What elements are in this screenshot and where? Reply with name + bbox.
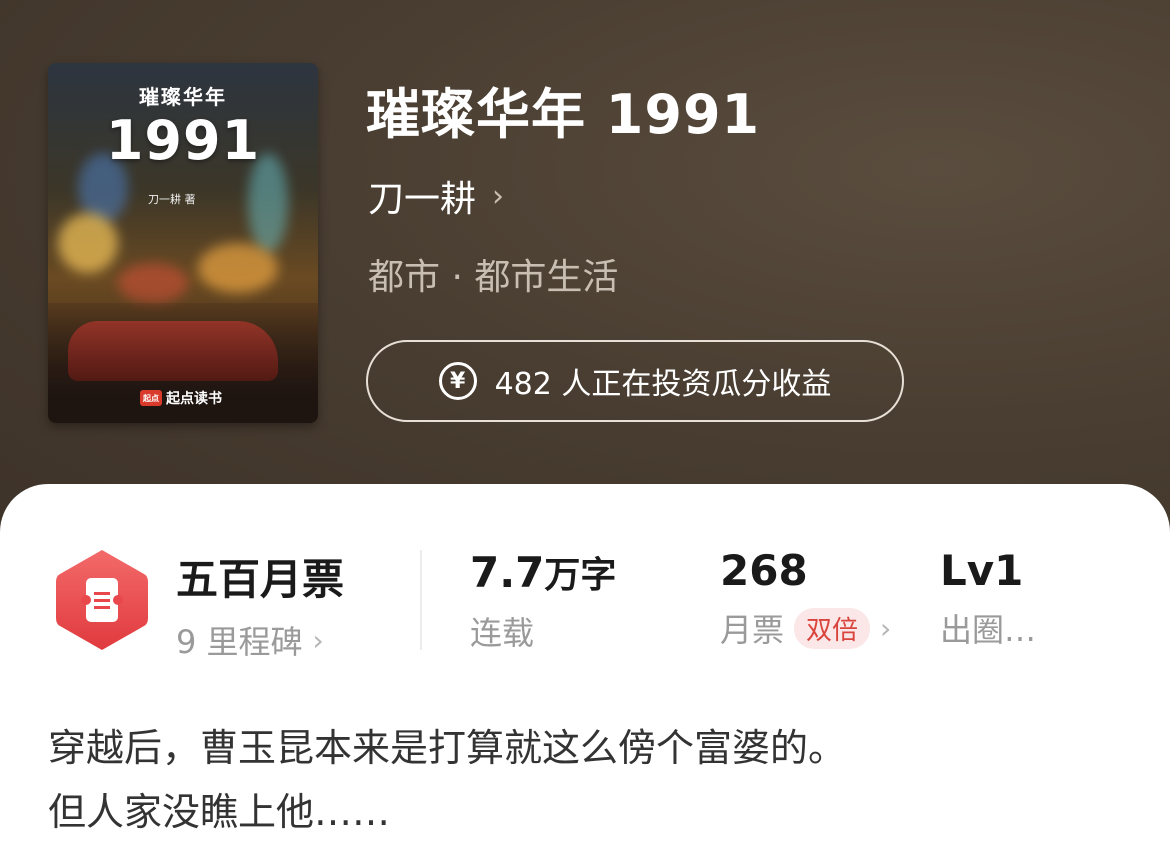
monthly-ticket-count: 268 <box>720 546 808 595</box>
cover-light <box>58 213 118 273</box>
author-name: 刀一耕 <box>368 179 477 220</box>
chevron-right-icon: › <box>492 178 505 214</box>
level-stat[interactable]: Lv1 出圈… <box>940 546 1036 651</box>
brand-logo-icon: 起点 <box>140 390 162 406</box>
cover-car <box>68 321 278 381</box>
chevron-right-icon: › <box>312 623 324 657</box>
monthly-ticket-stat[interactable]: 268 月票 双倍 › <box>720 546 891 651</box>
stat-divider <box>420 550 422 650</box>
word-count-stat: 7.7万字 连载 <box>470 546 616 654</box>
monthly-ticket-milestone-icon[interactable] <box>54 548 150 652</box>
serial-status: 连载 <box>470 614 535 652</box>
book-genre[interactable]: 都市 · 都市生活 <box>368 248 618 300</box>
cover-light <box>118 263 188 303</box>
cover-title-big: 1991 <box>105 109 261 172</box>
word-count-number: 7.7 <box>470 548 545 597</box>
word-count: 7.7万字 <box>470 546 616 598</box>
milestone-stat[interactable]: 五百月票 9 里程碑 › <box>176 546 344 663</box>
milestone-title: 五百月票 <box>176 555 345 604</box>
cover-brand-label: 起点读书 <box>166 391 222 407</box>
milestone-subtitle: 9 里程碑 <box>176 623 303 661</box>
invest-button[interactable]: ¥ 482 人正在投资瓜分收益 <box>366 340 904 422</box>
word-count-unit: 万字 <box>544 555 617 596</box>
description-line: 但人家没瞧上他…… <box>48 790 391 834</box>
cover-light <box>198 243 278 293</box>
monthly-ticket-label: 月票 <box>720 611 785 649</box>
author-link[interactable]: 刀一耕 › <box>368 170 504 222</box>
book-title: 璀璨华年 1991 <box>366 83 761 146</box>
cover-title-small: 璀璨华年 <box>139 85 227 109</box>
chevron-right-icon: › <box>880 611 892 645</box>
level-value: Lv1 <box>940 546 1024 595</box>
double-badge: 双倍 <box>794 607 871 649</box>
level-subtitle: 出圈… <box>940 611 1037 649</box>
yen-coin-icon: ¥ <box>438 362 477 400</box>
cover-author: 刀一耕 著 <box>148 193 196 206</box>
monthly-ticket-subtitle-row: 月票 双倍 › <box>720 605 891 651</box>
book-cover[interactable]: 璀璨华年 1991 刀一耕 著 起点 起点读书 <box>48 63 318 423</box>
cover-brand: 起点 起点读书 <box>140 388 222 408</box>
book-description[interactable]: 穿越后，曹玉昆本来是打算就这么傍个富婆的。 但人家没瞧上他…… <box>48 716 1128 844</box>
milestone-subtitle-row: 9 里程碑 › <box>176 617 344 663</box>
invest-label: 482 人正在投资瓜分收益 <box>494 367 832 402</box>
description-line: 穿越后，曹玉昆本来是打算就这么傍个富婆的。 <box>48 726 847 770</box>
